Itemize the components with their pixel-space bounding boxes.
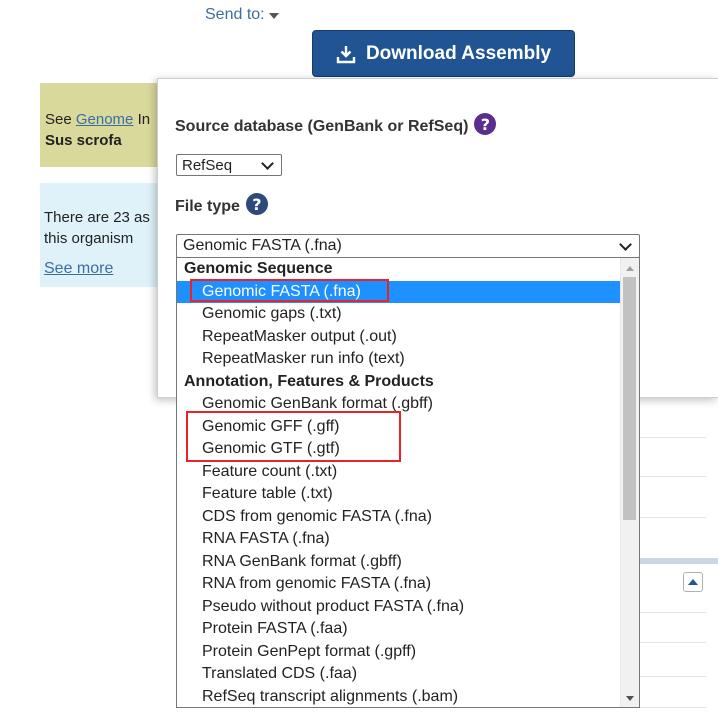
scrollbar-thumb[interactable] [623,277,636,520]
caret-up-icon [688,579,698,585]
source-database-heading: Source database (GenBank or RefSeq) ? [175,113,497,136]
option-protein-fasta[interactable]: Protein FASTA (.faa) [177,618,639,641]
divider [640,642,706,643]
scroll-up-arrow-icon[interactable] [626,266,634,271]
option-feature-table[interactable]: Feature table (.txt) [177,483,639,506]
chevron-down-icon [261,156,274,170]
option-rna-fasta[interactable]: RNA FASTA (.fna) [177,528,639,551]
help-icon[interactable]: ? [245,193,268,215]
option-group-genomic-sequence: Genomic Sequence [184,260,333,277]
organism-name: Sus scrofa [45,132,122,149]
source-database-label: Source database (GenBank or RefSeq) [175,118,469,135]
option-repeatmasker-run-info[interactable]: RepeatMasker run info (text) [177,348,639,371]
genome-link[interactable]: Genome [76,111,134,128]
divider [640,612,706,613]
option-rna-from-genomic-fasta[interactable]: RNA from genomic FASTA (.fna) [177,573,639,596]
dropdown-scrollbar[interactable] [620,258,639,707]
divider [640,476,706,477]
divider [640,517,706,518]
assemblies-info-line2: this organism [44,230,134,247]
source-database-value: RefSeq [182,156,233,174]
file-type-select[interactable]: Genomic FASTA (.fna) [176,234,640,258]
send-to-label: Send to: [205,6,265,23]
option-cds-from-genomic-fasta[interactable]: CDS from genomic FASTA (.fna) [177,506,639,529]
option-refseq-transcript-alignments[interactable]: RefSeq transcript alignments (.bam) [177,686,639,708]
download-icon [336,45,356,63]
send-to-menu[interactable]: Send to: [205,6,279,24]
option-repeatmasker-output[interactable]: RepeatMasker output (.out) [177,326,639,349]
download-assembly-label: Download Assembly [365,42,552,64]
genome-info-prefix: See [45,111,76,128]
chevron-down-icon [619,237,632,251]
caret-down-icon [268,13,279,19]
option-feature-count[interactable]: Feature count (.txt) [177,461,639,484]
scroll-to-top-button[interactable] [683,572,703,592]
option-translated-cds[interactable]: Translated CDS (.faa) [177,663,639,686]
option-rna-genbank[interactable]: RNA GenBank format (.gbff) [177,551,639,574]
divider [640,437,706,438]
source-database-select[interactable]: RefSeq [176,154,282,176]
file-type-heading: File type ? [175,193,268,216]
assemblies-info-line1: There are 23 as [44,209,150,226]
divider [640,676,706,677]
option-group-annotation: Annotation, Features & Products [184,372,434,390]
file-type-dropdown-list[interactable]: Genomic Sequence Genomic FASTA (.fna) Ge… [176,257,640,708]
file-type-value: Genomic FASTA (.fna) [183,237,342,254]
help-icon[interactable]: ? [474,113,497,135]
option-pseudo-without-product[interactable]: Pseudo without product FASTA (.fna) [177,596,639,619]
option-protein-genpept[interactable]: Protein GenPept format (.gpff) [177,641,639,664]
highlight-box-gff-gtf [186,411,401,462]
option-genomic-gaps[interactable]: Genomic gaps (.txt) [177,303,639,326]
divider [640,707,706,708]
file-type-label: File type [175,198,240,215]
download-assembly-button[interactable]: Download Assembly [312,30,575,77]
scroll-down-arrow-icon[interactable] [626,696,634,701]
genome-info-suffix: In [133,111,151,128]
highlight-box-fasta [190,279,389,302]
